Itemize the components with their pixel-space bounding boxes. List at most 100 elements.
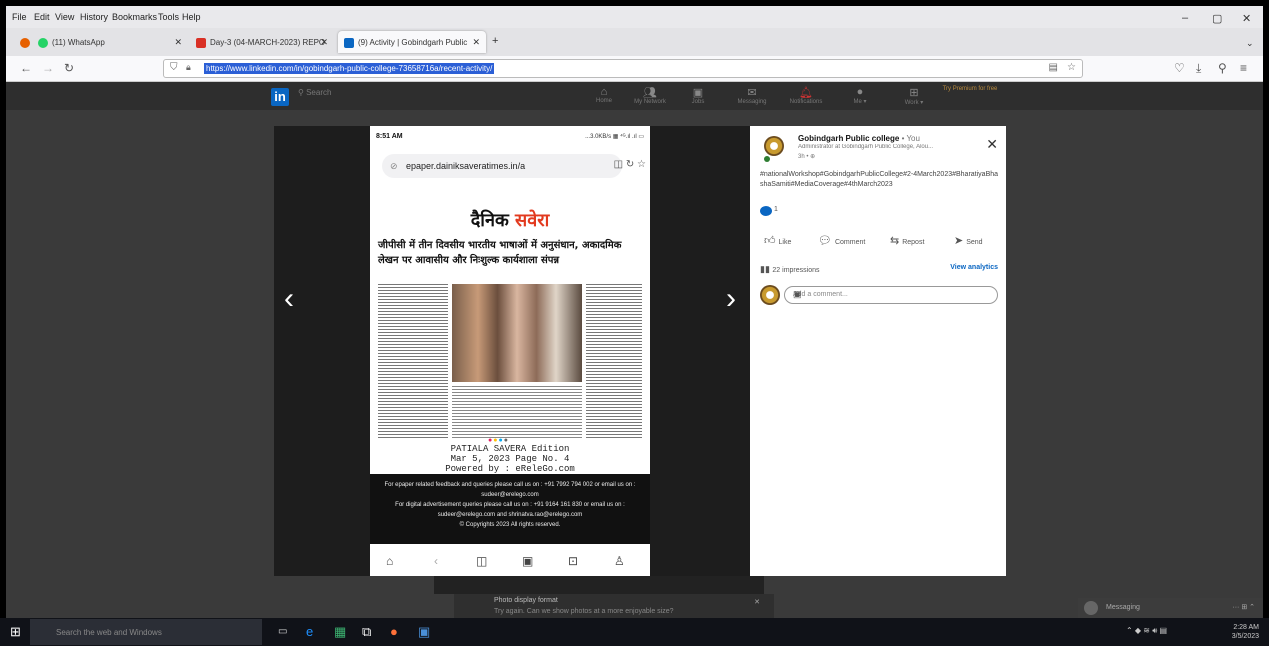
nav-home[interactable]: ⌂ Home [584, 86, 624, 104]
phone-time: 8:51 AM [376, 133, 403, 140]
nav-messaging[interactable]: ✉ Messaging [732, 86, 772, 105]
menu-help[interactable]: Help [182, 12, 201, 22]
thumbs-up-icon: 👍︎ [764, 235, 776, 247]
like-reaction-icon[interactable] [760, 206, 772, 216]
phone-site-icon: ⊘ [390, 161, 398, 171]
windows-taskbar: ⊞ Search the web and Windows ▭ e ▦ ⧉ ● ▣… [0, 618, 1269, 646]
view-analytics-link[interactable]: View analytics [950, 264, 998, 271]
send-button[interactable]: ➤ Send [954, 234, 983, 247]
previous-image-chevron-icon[interactable]: ‹ [284, 282, 294, 316]
forward-arrow-icon[interactable]: → [42, 61, 54, 75]
minimize-button[interactable]: – [1182, 12, 1188, 24]
edge-icon[interactable]: e [306, 624, 313, 639]
reaction-count[interactable]: 1 [774, 206, 778, 213]
new-tab-button[interactable]: + [492, 31, 506, 53]
menu-history[interactable]: History [80, 12, 108, 22]
reload-icon[interactable]: ↻ [64, 61, 74, 75]
tab-whatsapp[interactable]: (11) WhatsApp ✕ [38, 31, 188, 53]
feed-background-strip [434, 576, 764, 594]
reader-view-icon[interactable]: ▤ [1049, 62, 1058, 73]
newspaper-headline: जीपीसी में तीन दिवसीय भारतीय भाषाओं में … [378, 240, 622, 266]
close-tab-icon[interactable]: ✕ [472, 37, 480, 48]
nav-premium[interactable]: Try Premium for free [940, 86, 1000, 92]
address-bar[interactable]: ⛉ 🔒︎ https://www.linkedin.com/in/gobindg… [163, 59, 1083, 78]
repost-button[interactable]: ⇆ Repost [890, 234, 924, 247]
menu-bookmarks[interactable]: Bookmarks [112, 12, 157, 22]
post-author[interactable]: Gobindgarh Public college • You [798, 134, 920, 143]
college-avatar[interactable] [764, 136, 784, 156]
bag-icon[interactable]: ⧉ [362, 624, 371, 640]
menu-file[interactable]: File [12, 12, 27, 22]
pocket-icon[interactable]: ♡ [1174, 61, 1185, 75]
tab-gmail[interactable]: Day-3 (04-MARCH-2023) REPO ✕ [196, 31, 334, 53]
image-icon[interactable]: ▣ [793, 289, 987, 300]
linkedin-search[interactable]: ⚲ Search [298, 88, 331, 97]
phone-tabs-icon: ▣ [522, 554, 534, 568]
back-arrow-icon[interactable]: ← [20, 61, 32, 75]
hamburger-menu-icon[interactable]: ≡ [1240, 61, 1247, 75]
avatar [1084, 601, 1098, 615]
task-view-icon[interactable]: ▭ [278, 626, 287, 637]
phone-home-icon: ⌂ [386, 554, 394, 568]
taskbar-search[interactable]: Search the web and Windows [30, 619, 262, 645]
tab-linkedin-activity[interactable]: (9) Activity | Gobindgarh Public ✕ [338, 31, 486, 53]
menu-view[interactable]: View [55, 12, 74, 22]
phone-nav-bar: ⌂ ‹ ◫ ▣ ⊡ ♙ [370, 550, 650, 576]
nav-work[interactable]: ⊞ Work ▾ [894, 86, 934, 106]
firefox-window: File Edit View History Bookmarks Tools H… [6, 6, 1263, 618]
nav-my-network[interactable]: 👥︎ My Network [630, 86, 670, 105]
photo-display-toast: Photo display format Try again. Can we s… [454, 594, 774, 618]
menu-tools[interactable]: Tools [158, 12, 179, 22]
extensions-icon[interactable]: ⚲ [1218, 61, 1227, 75]
send-icon: ➤ [954, 235, 964, 247]
close-tab-icon[interactable]: ✕ [320, 37, 328, 48]
nav-me[interactable]: ● Me ▾ [840, 86, 880, 105]
newspaper-article [378, 282, 642, 438]
online-status-dot [764, 156, 770, 162]
avatar-icon: ● [856, 86, 864, 98]
messaging-bar[interactable]: Messaging ··· ⊞ ⌃ [1078, 598, 1263, 618]
comment-input[interactable]: Add a comment... ☺ ▣ [784, 286, 998, 304]
phone-url-bar: ⊘ epaper.dainiksaveratimes.in/a [382, 154, 622, 178]
messaging-controls-icon[interactable]: ··· ⊞ ⌃ [1232, 603, 1255, 611]
firefox-icon [20, 31, 30, 53]
post-time: 3h • ⊕ [798, 154, 816, 160]
app-taskbar-icon[interactable]: ▣ [418, 624, 430, 640]
bar-chart-icon: ▮▮ [760, 264, 773, 274]
phone-book-icon: ◫ [476, 554, 488, 568]
lock-icon[interactable]: 🔒︎ [186, 62, 191, 73]
close-window-button[interactable]: ✕ [1242, 12, 1251, 25]
like-button[interactable]: 👍︎ Like [764, 234, 791, 247]
phone-status: ...3.0KB/s ▦ ⁴ᴳ.ıl .ıl ▭ [585, 134, 644, 140]
linkedin-header: in ⚲ Search ⌂ Home 👥︎ My Network ▣ Jobs ✉ Me… [6, 82, 1263, 110]
bookmark-star-icon[interactable]: ☆ [1067, 62, 1076, 73]
system-tray-icons[interactable]: ⌃ ◆ ≋ 🔊︎ ▤ [1126, 626, 1167, 636]
tab-list-chevron-icon[interactable]: ⌄ [1246, 31, 1258, 53]
commenter-avatar [760, 285, 780, 305]
firefox-taskbar-icon[interactable]: ● [390, 624, 398, 639]
comment-icon: 💬︎ [818, 235, 832, 247]
taskbar-clock[interactable]: 2:28 AM 3/5/2023 [1232, 623, 1259, 641]
color-dots: ●●●● [488, 437, 509, 444]
menu-bar: File Edit View History Bookmarks Tools H… [6, 6, 1263, 28]
close-icon[interactable]: ✕ [754, 598, 760, 606]
nav-jobs[interactable]: ▣ Jobs [678, 86, 718, 105]
windows-start-icon[interactable]: ⊞ [10, 624, 21, 640]
shield-icon[interactable]: ⛉ [170, 62, 178, 73]
close-icon[interactable]: ✕ [986, 136, 998, 153]
phone-url-text: epaper.dainiksaveratimes.in/a [406, 161, 526, 171]
impressions[interactable]: ▮▮ 22 impressions [760, 264, 819, 275]
bell-icon: 🔔︎ [799, 87, 813, 99]
url-text[interactable]: https://www.linkedin.com/in/gobindgarh-p… [204, 63, 495, 74]
comment-button[interactable]: 💬︎ Comment [818, 234, 865, 247]
nav-notifications[interactable]: 🔔︎ Notifications [786, 86, 826, 105]
next-image-chevron-icon[interactable]: › [726, 282, 736, 316]
desktop: File Edit View History Bookmarks Tools H… [0, 0, 1269, 646]
downloads-icon[interactable]: ⤓ [1196, 61, 1201, 76]
menu-edit[interactable]: Edit [34, 12, 50, 22]
store-icon[interactable]: ▦ [334, 624, 346, 640]
maximize-button[interactable]: ▢ [1212, 12, 1222, 25]
home-icon: ⌂ [600, 86, 608, 98]
linkedin-logo[interactable]: in [271, 88, 289, 106]
close-tab-icon[interactable]: ✕ [174, 37, 182, 48]
